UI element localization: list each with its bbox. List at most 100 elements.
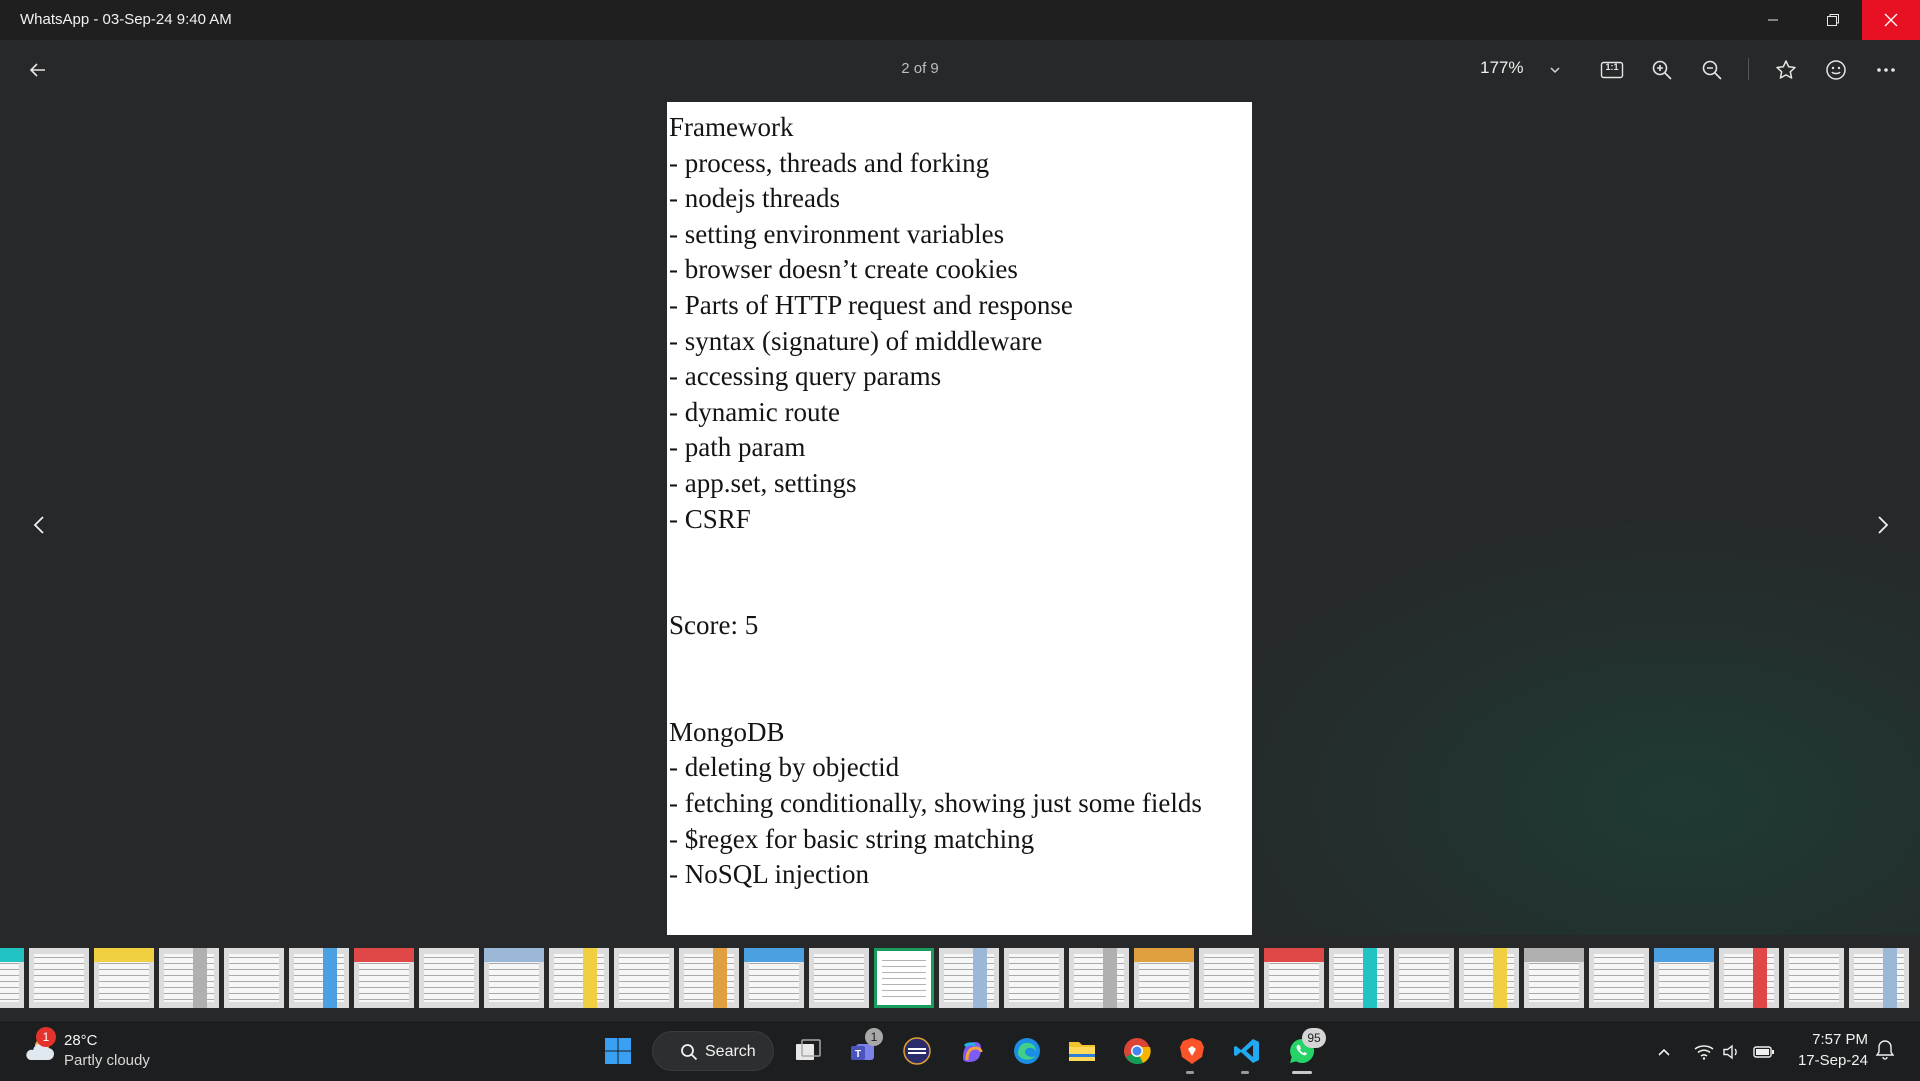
- app-circle-icon: [903, 1037, 931, 1065]
- search-box[interactable]: Search: [652, 1031, 774, 1071]
- zoom-in-icon: [1652, 60, 1672, 80]
- section-score: Score: 5: [667, 608, 1252, 644]
- section-mongodb: MongoDB - deleting by objectid - fetchin…: [667, 715, 1252, 893]
- thumbnail[interactable]: [1134, 948, 1194, 1008]
- zoom-in-button[interactable]: [1642, 50, 1682, 90]
- weather-badge: 1: [36, 1027, 56, 1047]
- thumbnail[interactable]: [939, 948, 999, 1008]
- thumbnail[interactable]: [159, 948, 219, 1008]
- favorite-button[interactable]: [1766, 50, 1806, 90]
- file-explorer-app[interactable]: [1061, 1030, 1103, 1072]
- weather-description: Partly cloudy: [64, 1052, 150, 1069]
- actual-size-label: 1:1: [1605, 62, 1619, 72]
- more-options-button[interactable]: [1866, 50, 1906, 90]
- thumbnail[interactable]: [29, 948, 89, 1008]
- thumbnail[interactable]: [1329, 948, 1389, 1008]
- thumbnail[interactable]: [1589, 948, 1649, 1008]
- show-hidden-icons-button[interactable]: [1652, 1040, 1676, 1064]
- windows-logo-icon: [605, 1038, 631, 1064]
- smiley-icon: [1826, 60, 1846, 80]
- doc-line: Framework: [669, 112, 794, 142]
- brave-app[interactable]: [1171, 1030, 1213, 1072]
- thumbnail[interactable]: [614, 948, 674, 1008]
- page-counter: 2 of 9: [901, 60, 939, 77]
- task-view-button[interactable]: [787, 1030, 829, 1072]
- doc-line: - process, threads and forking: [669, 147, 990, 178]
- previous-button[interactable]: [20, 505, 60, 545]
- thumbnail[interactable]: [224, 948, 284, 1008]
- doc-line: - syntax (signature) of middleware: [669, 325, 1043, 356]
- window-title: WhatsApp - 03-Sep-24 9:40 AM: [20, 11, 232, 28]
- teams-badge: 1: [865, 1028, 883, 1046]
- battery-button[interactable]: [1752, 1040, 1776, 1064]
- thumbnail[interactable]: [809, 948, 869, 1008]
- clock-date[interactable]: 17-Sep-24: [1790, 1052, 1868, 1069]
- thumbnail[interactable]: [484, 948, 544, 1008]
- copilot-app[interactable]: [951, 1030, 993, 1072]
- whatsapp-active-indicator: [1292, 1071, 1312, 1074]
- zoom-dropdown-button[interactable]: [1535, 50, 1575, 90]
- zoom-level[interactable]: 177%: [1480, 58, 1523, 78]
- doc-line: - browser doesn’t create cookies: [669, 254, 1018, 285]
- viewer-toolbar: [0, 40, 1920, 100]
- doc-line: - path param: [669, 432, 806, 463]
- vscode-icon: [1234, 1039, 1259, 1063]
- thumbnail[interactable]: [1654, 948, 1714, 1008]
- notification-bell-icon: [1875, 1040, 1895, 1060]
- doc-line: MongoDB: [669, 716, 785, 747]
- thumbnail[interactable]: [1004, 948, 1064, 1008]
- minimize-button[interactable]: [1748, 0, 1798, 40]
- wifi-button[interactable]: [1692, 1040, 1716, 1064]
- chevron-up-icon: [1658, 1048, 1670, 1056]
- start-button[interactable]: [597, 1030, 639, 1072]
- notifications-button[interactable]: [1873, 1038, 1897, 1062]
- thumbnail[interactable]: [679, 948, 739, 1008]
- thumbnail[interactable]: [744, 948, 804, 1008]
- thumbnail[interactable]: [1784, 948, 1844, 1008]
- doc-line: - nodejs threads: [669, 183, 840, 214]
- close-icon: [1884, 13, 1898, 27]
- doc-line: - CSRF: [669, 503, 751, 534]
- thumbnail[interactable]: [1849, 948, 1909, 1008]
- volume-button[interactable]: [1720, 1040, 1744, 1064]
- vscode-app[interactable]: [1226, 1030, 1268, 1072]
- restore-icon: [1827, 14, 1839, 26]
- zoom-out-button[interactable]: [1692, 50, 1732, 90]
- minimize-icon: [1768, 19, 1778, 21]
- thumbnail[interactable]: [1199, 948, 1259, 1008]
- back-button[interactable]: [18, 50, 58, 90]
- app-circle[interactable]: [896, 1030, 938, 1072]
- section-framework: Framework - process, threads and forking…: [667, 110, 1252, 537]
- thumbnail[interactable]: [94, 948, 154, 1008]
- close-button[interactable]: [1862, 0, 1920, 40]
- search-label: Search: [705, 1043, 756, 1060]
- thumbnail[interactable]: [1264, 948, 1324, 1008]
- react-button[interactable]: [1816, 50, 1856, 90]
- thumbnail[interactable]: [354, 948, 414, 1008]
- thumbnail[interactable]: [549, 948, 609, 1008]
- thumbnail[interactable]: [1524, 948, 1584, 1008]
- zoom-out-icon: [1702, 60, 1722, 80]
- weather-temperature: 28°C: [64, 1032, 98, 1049]
- thumbnail[interactable]: [0, 948, 24, 1008]
- thumbnail[interactable]: [419, 948, 479, 1008]
- thumbnail[interactable]: [1719, 948, 1779, 1008]
- doc-line: - $regex for basic string matching: [669, 823, 1035, 854]
- doc-line: - setting environment variables: [669, 218, 1005, 249]
- thumbnail[interactable]: [1069, 948, 1129, 1008]
- edge-app[interactable]: [1006, 1030, 1048, 1072]
- clock-time[interactable]: 7:57 PM: [1800, 1031, 1868, 1048]
- brave-icon: [1180, 1038, 1204, 1064]
- wifi-icon: [1694, 1045, 1714, 1060]
- next-button[interactable]: [1862, 505, 1902, 545]
- chrome-app[interactable]: [1116, 1030, 1158, 1072]
- thumbnail-strip: [0, 946, 1920, 1012]
- thumbnail[interactable]: [289, 948, 349, 1008]
- restore-button[interactable]: [1808, 0, 1858, 40]
- more-icon: [1877, 68, 1895, 72]
- thumbnail[interactable]: [874, 948, 934, 1008]
- doc-line: - NoSQL injection: [669, 859, 869, 890]
- thumbnail[interactable]: [1459, 948, 1519, 1008]
- thumbnail[interactable]: [1394, 948, 1454, 1008]
- star-icon: [1776, 60, 1796, 79]
